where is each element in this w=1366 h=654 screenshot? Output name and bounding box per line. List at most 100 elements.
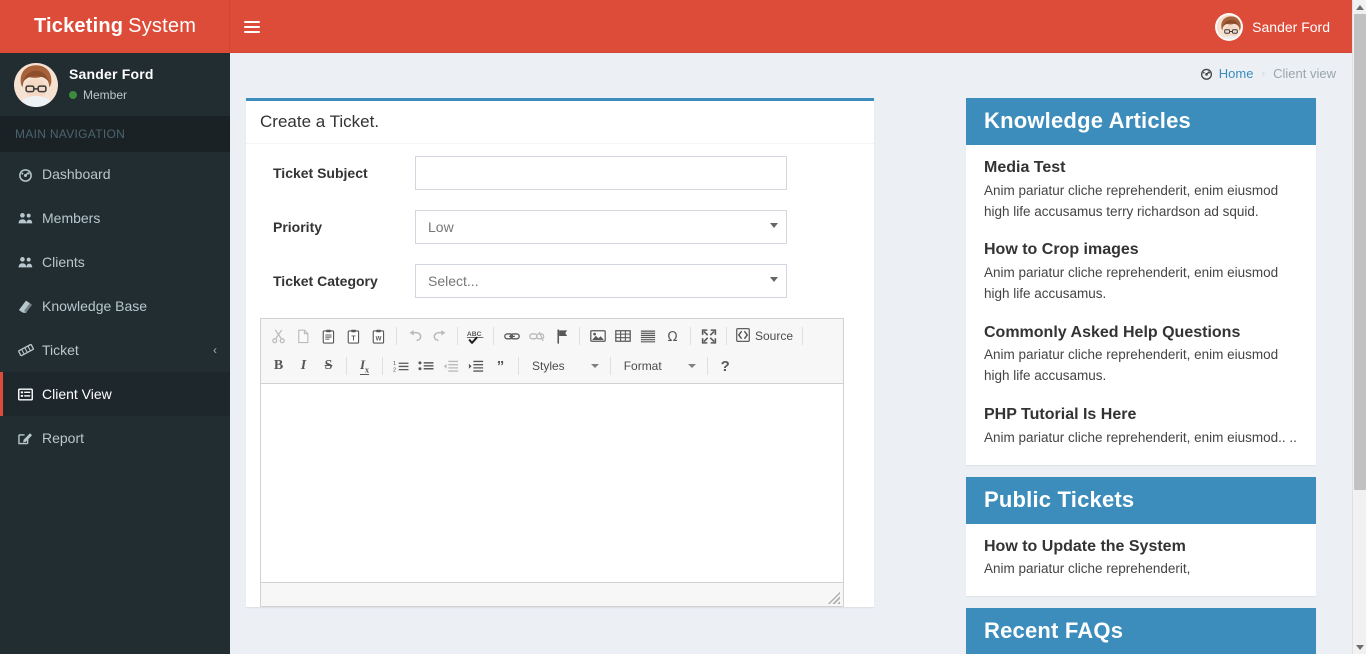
content-header: Home › Client view <box>230 53 1352 98</box>
scroll-down-arrow[interactable] <box>1353 640 1366 654</box>
format-dropdown-label: Format <box>623 359 662 373</box>
scrollbar-thumb[interactable] <box>1354 14 1366 490</box>
breadcrumb-separator: › <box>1261 67 1266 80</box>
article-title: How to Crop images <box>984 241 1139 259</box>
toolbar-separator <box>726 327 727 345</box>
sidebar-item-clients[interactable]: Clients <box>0 240 230 284</box>
sidebar-item-ticket[interactable]: Ticket ‹ <box>0 328 230 372</box>
priority-selected-value: Low <box>428 219 454 235</box>
panel-body: Media Test Anim pariatur cliche reprehend… <box>966 145 1316 465</box>
page-scrollbar[interactable] <box>1352 0 1366 654</box>
editor-content-area[interactable] <box>261 384 843 582</box>
form-group-category: Ticket Category Select... <box>260 264 860 298</box>
article-description: Anim pariatur cliche reprehenderit, enim… <box>984 347 1279 384</box>
editor-toolbar: T W ABC Ω Source B I S Ix 1 2 ” Styles Format? <box>261 319 843 384</box>
dashboard-icon <box>1200 67 1213 80</box>
cut-icon <box>267 325 290 347</box>
format-dropdown[interactable]: Format <box>618 355 700 377</box>
chevron-down-icon <box>687 364 696 368</box>
svg-text:W: W <box>376 335 382 342</box>
undo-icon <box>403 325 426 347</box>
sidebar-item-label: Clients <box>42 254 85 270</box>
panel-recent-faqs: Recent FAQs <box>966 608 1316 654</box>
table-icon[interactable] <box>611 325 634 347</box>
article-title: How to Update the System <box>984 537 1186 555</box>
left-column: Create a Ticket. Ticket Subject Priority… <box>246 98 874 607</box>
editor-resize-handle[interactable] <box>828 592 840 604</box>
paste-text-icon[interactable]: T <box>342 325 365 347</box>
help-icon[interactable]: ? <box>714 355 737 377</box>
sidebar-item-members[interactable]: Members <box>0 196 230 240</box>
anchor-flag-icon[interactable] <box>550 325 573 347</box>
sidebar-item-label: Ticket <box>42 342 79 358</box>
italic-icon[interactable]: I <box>292 355 315 377</box>
create-ticket-card: Create a Ticket. Ticket Subject Priority… <box>246 98 874 607</box>
hamburger-menu-icon <box>244 18 260 36</box>
toolbar-separator <box>579 327 580 345</box>
toolbar-separator <box>396 327 397 345</box>
priority-select[interactable]: Low <box>415 210 787 244</box>
ticket-category-label: Ticket Category <box>273 273 378 289</box>
link-icon[interactable] <box>500 325 523 347</box>
source-icon <box>736 327 750 345</box>
top-header: Ticketing System Sander Ford <box>0 0 1352 53</box>
bulleted-list-icon[interactable] <box>414 355 437 377</box>
dashboard-icon <box>18 167 42 182</box>
edit-square-icon <box>18 431 42 445</box>
numbered-list-icon[interactable]: 12 <box>389 355 412 377</box>
spellcheck-icon[interactable]: ABC <box>464 325 487 347</box>
breadcrumb: Home › Client view <box>1200 66 1336 81</box>
paste-icon[interactable] <box>317 325 340 347</box>
chevron-left-icon: ‹ <box>213 343 217 357</box>
app-logo[interactable]: Ticketing System <box>0 0 230 53</box>
ticket-category-select[interactable]: Select... <box>415 264 787 298</box>
sidebar-item-report[interactable]: Report <box>0 416 230 460</box>
panel-title: Public Tickets <box>966 476 1316 524</box>
styles-dropdown-label: Styles <box>532 359 565 373</box>
sidebar-item-label: Report <box>42 430 85 446</box>
sidebar-item-label: Dashboard <box>42 166 111 182</box>
horizontal-rule-icon[interactable] <box>636 325 659 347</box>
card-header: Create a Ticket. <box>246 101 874 144</box>
chevron-down-icon <box>770 277 778 282</box>
list-item[interactable]: How to Crop images Anim pariatur cliche r… <box>984 239 1298 304</box>
indent-icon[interactable] <box>464 355 487 377</box>
maximize-icon[interactable] <box>697 325 720 347</box>
card-body: Ticket Subject Priority Low Ticket Categ… <box>246 144 874 607</box>
sidebar-item-knowledge-base[interactable]: Knowledge Base <box>0 284 230 328</box>
source-label: Source <box>755 329 794 343</box>
breadcrumb-home-link[interactable]: Home <box>1200 66 1253 81</box>
bold-icon[interactable]: B <box>267 355 290 377</box>
list-item[interactable]: Commonly Asked Help Questions Anim pariat… <box>984 322 1298 387</box>
paste-word-icon[interactable]: W <box>367 325 390 347</box>
content-row: Create a Ticket. Ticket Subject Priority… <box>230 98 1352 654</box>
sidebar-item-client-view[interactable]: Client View <box>0 372 230 416</box>
navbar-user-menu[interactable]: Sander Ford <box>1215 12 1336 41</box>
scroll-up-arrow[interactable] <box>1353 0 1366 14</box>
ticket-subject-input[interactable] <box>415 156 787 190</box>
svg-text:Ω: Ω <box>667 330 677 344</box>
panel-title: Knowledge Articles <box>966 98 1316 145</box>
sidebar-item-dashboard[interactable]: Dashboard <box>0 152 230 196</box>
panel-public-tickets: Public Tickets How to Update the System An… <box>966 476 1316 597</box>
users-icon <box>18 211 42 225</box>
special-char-icon[interactable]: Ω <box>661 325 684 347</box>
right-column: Knowledge Articles Media Test Anim pariatu… <box>966 98 1316 654</box>
blockquote-icon[interactable]: ” <box>489 355 512 377</box>
editor-toolbar-row-2: B I S Ix 1 2 ” Styles Format? <box>264 351 840 381</box>
remove-format-icon[interactable]: Ix <box>353 355 376 377</box>
list-item[interactable]: PHP Tutorial Is Here Anim pariatur cliche… <box>984 404 1298 449</box>
source-button[interactable]: Source <box>732 327 797 345</box>
strikethrough-icon[interactable]: S <box>317 355 340 377</box>
sidebar-item-label: Knowledge Base <box>42 298 148 314</box>
image-icon[interactable] <box>586 325 609 347</box>
list-item[interactable]: How to Update the System Anim pariatur cl… <box>984 536 1298 581</box>
sidebar-user-info: Sander Ford Member <box>69 66 154 103</box>
sidebar-toggle-button[interactable] <box>230 0 274 53</box>
sidebar-user-name: Sander Ford <box>69 66 154 83</box>
book-icon <box>18 299 42 313</box>
styles-dropdown[interactable]: Styles <box>526 355 603 377</box>
list-item[interactable]: Media Test Anim pariatur cliche reprehend… <box>984 157 1298 222</box>
sidebar-user-panel[interactable]: Sander Ford Member <box>0 53 230 116</box>
toolbar-separator <box>346 357 347 375</box>
